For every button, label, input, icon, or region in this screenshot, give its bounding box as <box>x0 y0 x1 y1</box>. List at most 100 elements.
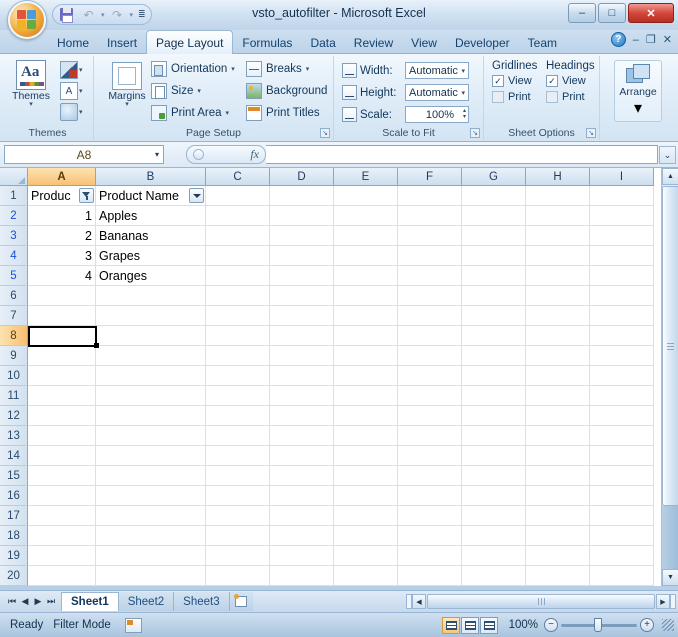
cell-C11[interactable] <box>206 386 270 406</box>
row-header-6[interactable]: 6 <box>0 286 28 306</box>
cell-I10[interactable] <box>590 366 654 386</box>
cell-D8[interactable] <box>270 326 334 346</box>
column-header-h[interactable]: H <box>526 168 590 186</box>
cell-E19[interactable] <box>334 546 398 566</box>
cell-E12[interactable] <box>334 406 398 426</box>
height-combobox[interactable]: Automatic ▾ <box>405 84 469 101</box>
cell-B8[interactable] <box>96 326 206 346</box>
row-header-12[interactable]: 12 <box>0 406 28 426</box>
row-header-4[interactable]: 4 <box>0 246 28 266</box>
cell-E17[interactable] <box>334 506 398 526</box>
cell-H18[interactable] <box>526 526 590 546</box>
cell-E16[interactable] <box>334 486 398 506</box>
cell-A17[interactable] <box>28 506 96 526</box>
theme-effects-button[interactable]: ▾ <box>60 103 83 121</box>
cell-E5[interactable] <box>334 266 398 286</box>
tab-insert[interactable]: Insert <box>98 32 146 54</box>
cell-F1[interactable] <box>398 186 462 206</box>
filter-button-column-a[interactable] <box>79 188 94 203</box>
cell-C2[interactable] <box>206 206 270 226</box>
cell-D3[interactable] <box>270 226 334 246</box>
cell-G17[interactable] <box>462 506 526 526</box>
column-header-d[interactable]: D <box>270 168 334 186</box>
cell-G3[interactable] <box>462 226 526 246</box>
cell-C14[interactable] <box>206 446 270 466</box>
height-caret-icon[interactable]: ▾ <box>461 89 465 97</box>
tab-view[interactable]: View <box>402 32 446 54</box>
headings-print-row[interactable]: Print <box>546 91 595 103</box>
cell-F17[interactable] <box>398 506 462 526</box>
cell-E20[interactable] <box>334 566 398 586</box>
name-box[interactable]: A8 ▾ <box>4 145 164 164</box>
width-combobox[interactable]: Automatic ▾ <box>405 62 469 79</box>
tab-team[interactable]: Team <box>519 32 566 54</box>
cell-I13[interactable] <box>590 426 654 446</box>
cell-H19[interactable] <box>526 546 590 566</box>
zoom-in-button[interactable]: + <box>640 618 654 632</box>
row-header-14[interactable]: 14 <box>0 446 28 466</box>
column-header-g[interactable]: G <box>462 168 526 186</box>
themes-button[interactable]: Aa Themes ▾ <box>8 60 54 108</box>
cancel-enter-icon[interactable] <box>193 149 204 160</box>
cell-B3[interactable]: Bananas <box>96 226 206 246</box>
cell-I20[interactable] <box>590 566 654 586</box>
cell-G5[interactable] <box>462 266 526 286</box>
margins-button[interactable]: Margins ▾ <box>104 62 150 108</box>
window-resize-grip-icon[interactable] <box>662 619 674 631</box>
column-header-c[interactable]: C <box>206 168 270 186</box>
cell-B16[interactable] <box>96 486 206 506</box>
cell-C15[interactable] <box>206 466 270 486</box>
cell-A6[interactable] <box>28 286 96 306</box>
cell-H15[interactable] <box>526 466 590 486</box>
row-header-3[interactable]: 3 <box>0 226 28 246</box>
cell-G20[interactable] <box>462 566 526 586</box>
arrange-dropdown-icon[interactable]: ▾ <box>634 98 642 118</box>
cell-B13[interactable] <box>96 426 206 446</box>
sheet-nav-next-icon[interactable]: ▶ <box>32 596 44 607</box>
help-icon[interactable]: ? <box>610 32 626 47</box>
cell-C3[interactable] <box>206 226 270 246</box>
orientation-button[interactable]: Orientation ▾ <box>151 61 235 77</box>
row-header-17[interactable]: 17 <box>0 506 28 526</box>
margins-dropdown-icon[interactable]: ▾ <box>125 101 129 108</box>
cell-G2[interactable] <box>462 206 526 226</box>
cell-B7[interactable] <box>96 306 206 326</box>
cell-E15[interactable] <box>334 466 398 486</box>
cell-I14[interactable] <box>590 446 654 466</box>
vertical-scroll-track[interactable] <box>662 506 678 569</box>
size-button[interactable]: Size ▾ <box>151 83 201 99</box>
row-header-15[interactable]: 15 <box>0 466 28 486</box>
themes-dropdown-icon[interactable]: ▾ <box>29 101 33 108</box>
column-header-f[interactable]: F <box>398 168 462 186</box>
cell-A12[interactable] <box>28 406 96 426</box>
theme-fonts-caret-icon[interactable]: ▾ <box>79 87 83 95</box>
cell-G14[interactable] <box>462 446 526 466</box>
cell-D1[interactable] <box>270 186 334 206</box>
cell-C18[interactable] <box>206 526 270 546</box>
cell-E9[interactable] <box>334 346 398 366</box>
cell-D9[interactable] <box>270 346 334 366</box>
restore-button[interactable]: □ <box>598 3 626 23</box>
zoom-slider[interactable]: − + <box>544 617 654 632</box>
cell-B14[interactable] <box>96 446 206 466</box>
cell-B17[interactable] <box>96 506 206 526</box>
cell-E7[interactable] <box>334 306 398 326</box>
cell-B15[interactable] <box>96 466 206 486</box>
cell-A20[interactable] <box>28 566 96 586</box>
horizontal-scrollbar[interactable]: ◀ ▶ <box>406 593 676 610</box>
cell-B12[interactable] <box>96 406 206 426</box>
sheet-nav-prev-icon[interactable]: ◀ <box>19 596 31 607</box>
cell-G15[interactable] <box>462 466 526 486</box>
cell-B6[interactable] <box>96 286 206 306</box>
tab-data[interactable]: Data <box>301 32 344 54</box>
cell-A15[interactable] <box>28 466 96 486</box>
page-setup-dialog-launcher[interactable]: ↘ <box>320 128 330 138</box>
cell-H2[interactable] <box>526 206 590 226</box>
cell-B11[interactable] <box>96 386 206 406</box>
cell-E11[interactable] <box>334 386 398 406</box>
cell-I7[interactable] <box>590 306 654 326</box>
cell-F4[interactable] <box>398 246 462 266</box>
cell-B2[interactable]: Apples <box>96 206 206 226</box>
name-box-dropdown-icon[interactable]: ▾ <box>155 150 159 159</box>
insert-worksheet-button[interactable] <box>228 592 253 611</box>
